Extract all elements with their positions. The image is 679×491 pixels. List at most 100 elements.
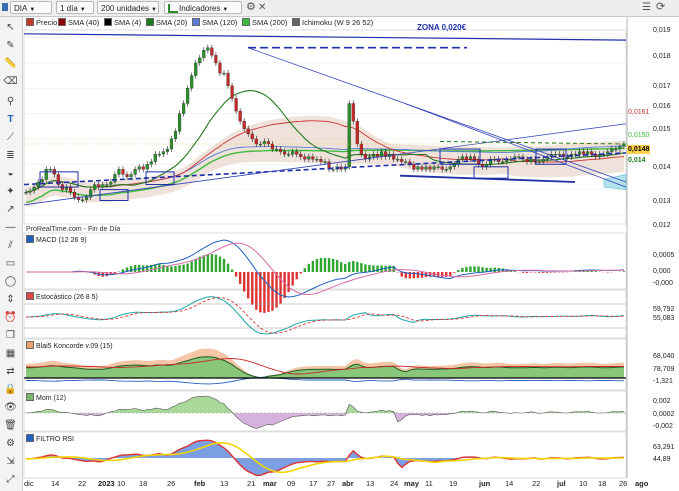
candle: [468, 156, 473, 160]
x-tick-label: mar: [263, 479, 277, 488]
x-tick-label: 10: [117, 479, 126, 488]
macd-tick: -0,000: [653, 280, 673, 287]
candle: [97, 184, 101, 188]
candle: [323, 161, 327, 163]
candle: [44, 169, 48, 180]
candle: [278, 148, 283, 152]
candle: [190, 75, 194, 89]
candle: [274, 148, 279, 151]
x-tick-label: 22: [532, 479, 541, 488]
panel-frame: [23, 289, 627, 339]
macd-tick: 0,000: [653, 268, 671, 275]
candle: [109, 181, 113, 185]
x-tick-label: 14: [505, 479, 514, 488]
sma120-price-tag: 0,0161: [628, 109, 650, 116]
koncorde-tick: 68,040: [653, 353, 675, 360]
candle: [347, 103, 351, 167]
legend-swatch: [146, 18, 154, 26]
x-tick-label: 17: [309, 479, 318, 488]
candle: [400, 159, 404, 162]
main-tick: 0,014: [653, 164, 671, 171]
legend-swatch: [26, 18, 34, 26]
candle: [222, 72, 226, 75]
legend-swatch: [292, 18, 300, 26]
legend-swatch: [104, 18, 112, 26]
x-tick-label: 19: [449, 479, 458, 488]
main-tick: 0,015: [653, 126, 671, 133]
candle: [214, 55, 218, 64]
candle: [202, 50, 206, 59]
legend-item[interactable]: SMA (120): [192, 17, 237, 29]
candle: [424, 166, 428, 170]
candle: [379, 151, 384, 157]
legend-item[interactable]: SMA (20): [146, 17, 187, 29]
candle: [295, 151, 299, 155]
legend-label: Precio: [36, 18, 58, 27]
x-tick-label: 24: [390, 479, 399, 488]
candle: [105, 184, 109, 186]
mom-tick: 0,002: [653, 398, 671, 405]
candle: [173, 131, 178, 140]
main-tick: 0,016: [653, 103, 671, 110]
candle: [529, 159, 533, 162]
candle: [404, 161, 408, 163]
candle: [541, 159, 545, 162]
candle: [161, 151, 165, 155]
legend-label: SMA (40): [68, 18, 100, 27]
legend-swatch: [192, 18, 200, 26]
x-tick-label: 21: [247, 479, 256, 488]
main-tick: 0,017: [653, 83, 671, 90]
main-tick: 0,013: [653, 198, 671, 205]
legend-item[interactable]: SMA (200): [242, 17, 287, 29]
legend-item[interactable]: Precio: [26, 17, 57, 29]
candle: [238, 110, 242, 122]
legend-item[interactable]: SMA (40): [58, 17, 99, 29]
candle: [590, 151, 594, 155]
candle: [375, 153, 380, 157]
candle: [557, 153, 561, 156]
candle: [303, 156, 307, 160]
candle: [299, 153, 303, 157]
panel-frame: [23, 431, 627, 479]
mom-panel-title: Mom (12): [26, 393, 66, 403]
stoch-tick: 59,792: [653, 306, 675, 313]
legend-item[interactable]: SMA (4): [104, 17, 141, 29]
candle: [206, 47, 210, 51]
koncorde-panel-title: Blai5 Koncorde v.09 (15): [26, 341, 113, 351]
candle: [517, 156, 521, 158]
x-tick-label: 26: [167, 479, 176, 488]
candle: [355, 121, 359, 145]
legend-label: SMA (200): [252, 18, 288, 27]
x-tick-label: 11: [425, 479, 433, 488]
candle: [165, 148, 169, 152]
candle: [460, 156, 464, 160]
legend-item[interactable]: Ichimoku (W 9 26 52): [292, 17, 373, 29]
candle: [537, 161, 541, 163]
candle: [618, 146, 622, 150]
x-tick-label: 09: [287, 479, 296, 488]
x-tick-label: 13: [366, 479, 375, 488]
candle: [113, 174, 117, 183]
x-tick-label: may: [404, 479, 420, 488]
candle: [125, 174, 129, 178]
legend-label: SMA (120): [202, 18, 238, 27]
candle: [270, 143, 275, 150]
candle: [93, 184, 97, 190]
price-chart[interactable]: [0, 0, 679, 491]
candle: [396, 159, 400, 161]
candle: [36, 181, 40, 188]
sma20-price-tag: 0,014: [628, 157, 646, 164]
candle: [210, 47, 214, 56]
candle: [117, 169, 121, 175]
candle: [194, 62, 198, 76]
candle: [230, 85, 234, 99]
candle: [68, 186, 73, 193]
candle: [266, 141, 271, 145]
candle: [553, 153, 557, 156]
sma200-price-tag: 0,0150: [628, 132, 650, 139]
zone-annotation: ZONA 0,020€: [417, 23, 467, 32]
candle: [420, 166, 424, 170]
candle: [586, 151, 590, 155]
x-tick-label: 18: [139, 479, 148, 488]
candle: [121, 169, 125, 175]
